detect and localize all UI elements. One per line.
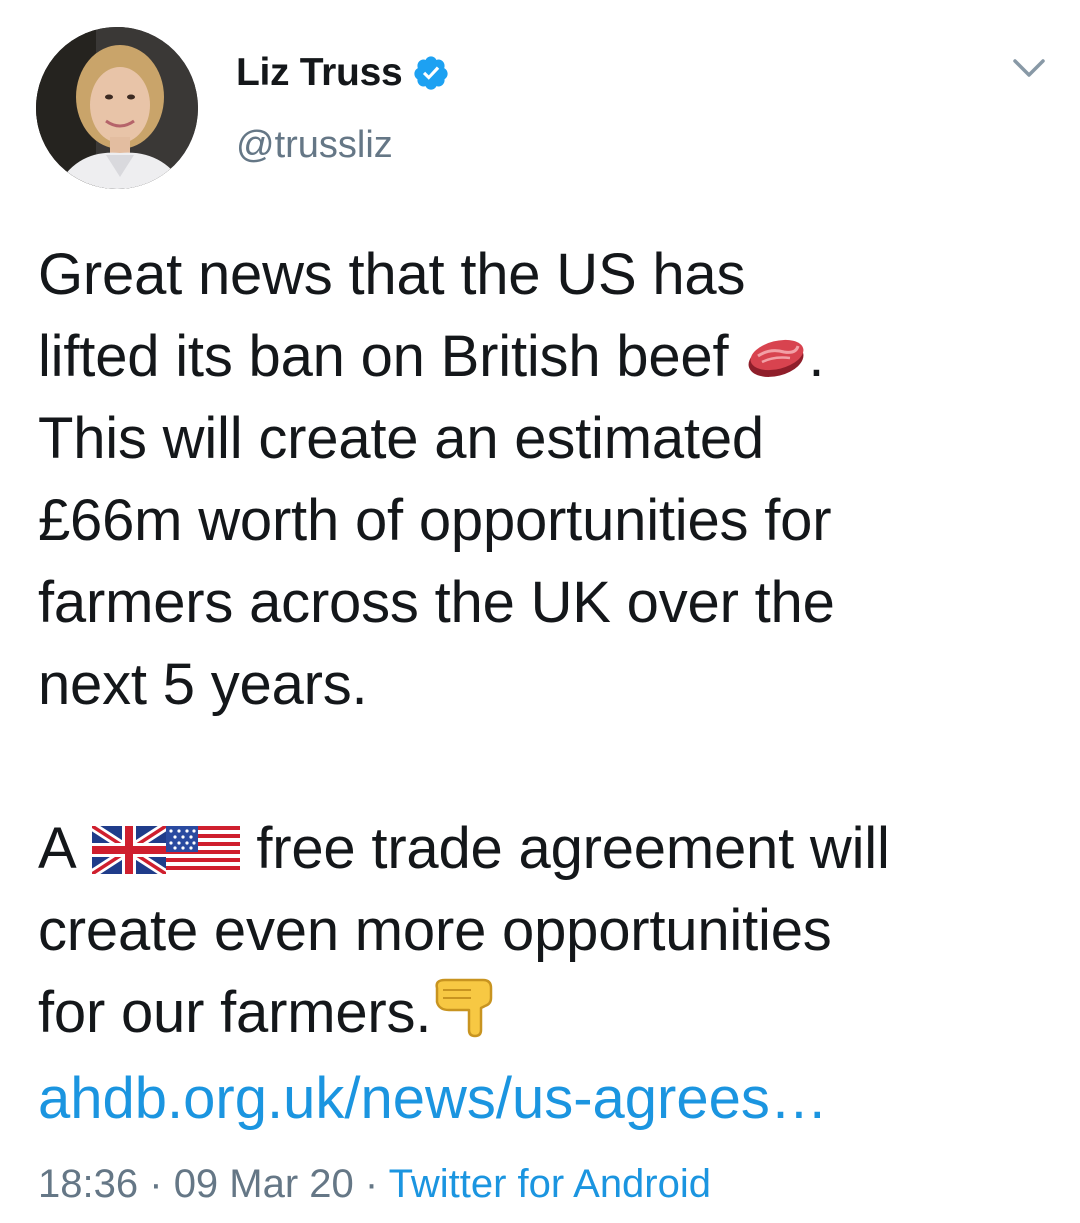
- tweet-line: This will create an estimated: [38, 406, 764, 471]
- tweet-line: £66m worth of opportunities for: [38, 488, 832, 553]
- tweet-line: lifted its ban on British beef .: [38, 316, 1048, 398]
- tweet-line-text: for our farmers.: [38, 980, 432, 1045]
- tweet-line-text: lifted its ban on British beef: [38, 324, 729, 389]
- tweet: Liz Truss @trussliz Great news that the …: [0, 0, 1080, 1223]
- avatar-photo: [36, 27, 198, 189]
- tweet-line-suffix: .: [808, 324, 825, 389]
- meta-separator: ·: [149, 1162, 163, 1206]
- us-flag-emoji-icon: [166, 814, 241, 896]
- tweet-line: A free trade agreement will: [38, 808, 1048, 890]
- display-name[interactable]: Liz Truss: [236, 51, 403, 95]
- author-handle[interactable]: @trussliz: [236, 124, 393, 167]
- tweet-line-text: free trade agreement will: [256, 816, 890, 881]
- tweet-line: farmers across the UK over the: [38, 570, 835, 635]
- cut-of-meat-emoji-icon: [744, 322, 808, 404]
- avatar[interactable]: [36, 27, 198, 189]
- meta-separator: ·: [364, 1162, 379, 1206]
- backhand-index-pointing-down-emoji-icon: [431, 976, 507, 1060]
- tweet-link[interactable]: ahdb.org.uk/news/us-agrees…: [38, 1064, 828, 1134]
- tweet-line-text: A: [38, 816, 77, 881]
- tweet-line: Great news that the US has: [38, 242, 746, 307]
- tweet-date[interactable]: 09 Mar 20: [174, 1162, 354, 1206]
- tweet-line: create even more opportunities: [38, 898, 832, 963]
- chevron-down-icon[interactable]: [1011, 56, 1047, 80]
- tweet-text: Great news that the US has lifted its ba…: [38, 234, 1048, 1054]
- tweet-source-link[interactable]: Twitter for Android: [389, 1162, 711, 1206]
- tweet-line: next 5 years.: [38, 652, 368, 717]
- verified-badge-icon: [414, 56, 448, 90]
- tweet-time[interactable]: 18:36: [38, 1162, 138, 1206]
- uk-flag-emoji-icon: [89, 814, 169, 896]
- author-name-row[interactable]: Liz Truss: [236, 50, 450, 96]
- tweet-line: for our farmers.: [38, 972, 1048, 1054]
- tweet-meta: 18:36 · 09 Mar 20 · Twitter for Android: [38, 1162, 711, 1207]
